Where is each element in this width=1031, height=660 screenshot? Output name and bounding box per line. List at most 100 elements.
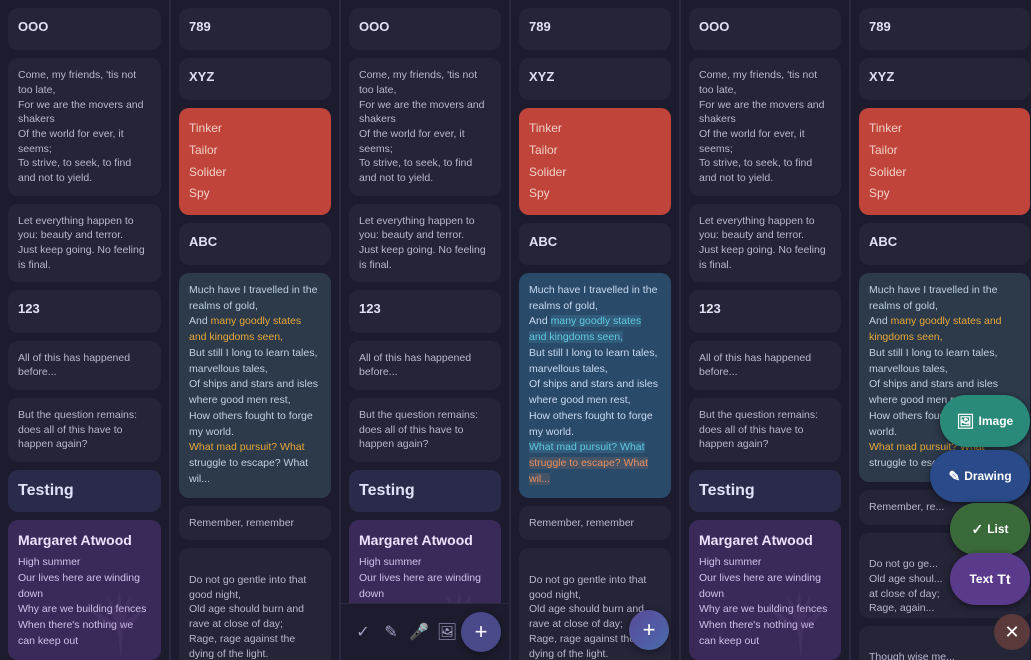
card-123-1: 123 [8,290,161,332]
card-789-4: 789 [519,8,671,50]
card-list-4: Tinker Tailor Solider Spy [519,108,671,214]
fab-4-container: + [629,610,669,650]
panel-3: OOO Come, my friends, 'tis not too late,… [340,0,510,660]
title-123-1: 123 [18,300,151,318]
title-789-6: 789 [869,18,1020,36]
list-solider-2: Solider [189,162,321,184]
card-abc-6: ABC [859,223,1030,265]
card-abc-2: ABC [179,223,331,265]
wise-text-6: Though wise me... know dark is right, Be… [869,651,973,660]
question-text-5: But the question remains: does all of th… [699,409,818,450]
card-list-2: Tinker Tailor Solider Spy [179,108,331,214]
text-label-float: Text [969,572,993,586]
card-gentle-2: Do not go gentle into that good night, O… [179,548,331,660]
panel-2: 789 XYZ Tinker Tailor Solider Spy ABC Mu… [170,0,340,660]
card-ooo-5: OOO [689,8,841,50]
panel-4-content: 789 XYZ Tinker Tailor Solider Spy ABC Mu… [511,0,679,660]
card-xyz-2: XYZ [179,58,331,100]
text-icon: Tt [997,571,1010,587]
card-poem-5: Come, my friends, 'tis not too late, For… [689,58,841,196]
close-icon: ✕ [1004,622,1019,643]
card-poem-3: Come, my friends, 'tis not too late, For… [349,58,501,196]
testing-label-3: Testing [359,482,415,499]
close-button[interactable]: ✕ [994,614,1030,650]
palm-decoration-1 [81,580,161,660]
drawing-icon: ✎ [948,468,960,485]
toolbar-mic-3[interactable]: 🎤 [405,618,433,646]
list-spy-2: Spy [189,183,321,205]
panel-3-content: OOO Come, my friends, 'tis not too late,… [341,0,509,660]
panel-2-content: 789 XYZ Tinker Tailor Solider Spy ABC Mu… [171,0,339,660]
poem-text-5: Come, my friends, 'tis not too late, For… [699,69,824,184]
card-margaret-1: Margaret Atwood High summer Our lives he… [8,520,161,660]
card-123-5: 123 [689,290,841,332]
remember-text-2: Remember, remember [189,517,294,529]
card-123-3: 123 [349,290,501,332]
title-abc-4: ABC [529,233,661,251]
question-text-3: But the question remains: does all of th… [359,409,478,450]
testing-label-1: Testing [18,482,74,499]
list-tinker-6: Tinker [869,118,1020,140]
panel-4: 789 XYZ Tinker Tailor Solider Spy ABC Mu… [510,0,680,660]
card-list-6: Tinker Tailor Solider Spy [859,108,1030,214]
title-xyz-6: XYZ [869,68,1020,86]
toolbar-image-3[interactable]: 🖼 [433,618,461,646]
panel-5-content: OOO Come, my friends, 'tis not too late,… [681,0,849,660]
card-testing-3: Testing [349,470,501,512]
fab-3[interactable]: + [461,612,501,652]
remember-text-4: Remember, remember [529,517,634,529]
gentle-text-6: Do not go ge... Old age shoul... at clos… [869,558,943,614]
list-tailor-6: Tailor [869,140,1020,162]
toolbar-pen-3[interactable]: ✎ [377,618,405,646]
card-question-1: But the question remains: does all of th… [8,398,161,462]
float-btn-list[interactable]: ✓ List [950,503,1030,555]
card-all-3: All of this has happened before... [349,341,501,390]
float-btn-drawing[interactable]: ✎ Drawing [930,450,1030,502]
poem-content-2: Much have I travelled in the realms of g… [189,284,318,485]
panel-1: OOO Come, my friends, 'tis not too late,… [0,0,170,660]
card-remember-2: Remember, remember [179,506,331,541]
margaret-author-5: Margaret Atwood [699,530,831,551]
beauty-text-3: Let everything happen to you: beauty and… [359,215,486,271]
title-xyz-4: XYZ [529,68,661,86]
margaret-author-3: Margaret Atwood [359,530,491,551]
float-btn-text[interactable]: Text Tt [950,553,1030,605]
panel-6: 789 XYZ Tinker Tailor Solider Spy ABC Mu… [850,0,1031,660]
list-tinker-2: Tinker [189,118,321,140]
question-text-1: But the question remains: does all of th… [18,409,137,450]
list-label: List [987,522,1008,536]
list-tailor-2: Tailor [189,140,321,162]
title-xyz-2: XYZ [189,68,321,86]
title-abc-2: ABC [189,233,321,251]
card-question-5: But the question remains: does all of th… [689,398,841,462]
card-testing-1: Testing [8,470,161,512]
card-margaret-5: Margaret Atwood High summer Our lives he… [689,520,841,660]
float-btn-image[interactable]: 🖼 Image [940,395,1030,447]
gentle-text-2: Do not go gentle into that good night, O… [189,574,306,659]
title-abc-6: ABC [869,233,1020,251]
list-tailor-4: Tailor [529,140,661,162]
list-tinker-4: Tinker [529,118,661,140]
toolbar-check-3[interactable]: ✓ [349,618,377,646]
all-text-1: All of this has happened before... [18,352,130,379]
poem-content-4: Much have I travelled in the realms of g… [529,284,658,485]
card-xyz-4: XYZ [519,58,671,100]
fab-4[interactable]: + [629,610,669,650]
card-question-3: But the question remains: does all of th… [349,398,501,462]
list-spy-4: Spy [529,183,661,205]
poem-text-1: Come, my friends, 'tis not too late, For… [18,69,143,184]
list-spy-6: Spy [869,183,1020,205]
card-beauty-1: Let everything happen to you: beauty and… [8,204,161,283]
title-ooo-1: OOO [18,18,151,36]
card-all-1: All of this has happened before... [8,341,161,390]
beauty-text-1: Let everything happen to you: beauty and… [18,215,145,271]
testing-label-5: Testing [699,482,755,499]
toolbar-3: ✓ ✎ 🎤 🖼 + [341,603,509,660]
title-ooo-3: OOO [359,18,491,36]
card-poem-highlighted-4: Much have I travelled in the realms of g… [519,273,671,498]
title-789-2: 789 [189,18,321,36]
card-remember-4: Remember, remember [519,506,671,541]
remember-text-6: Remember, re... [869,501,944,513]
panel-1-content: OOO Come, my friends, 'tis not too late,… [0,0,169,660]
image-label: Image [979,414,1014,428]
